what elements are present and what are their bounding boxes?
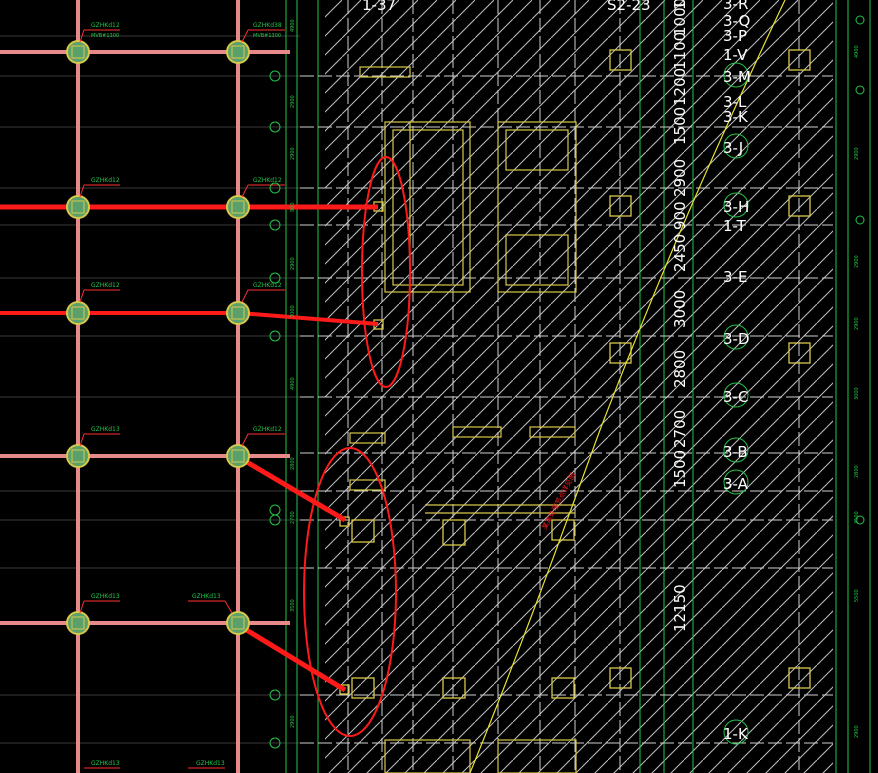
cad-drawing-canvas[interactable]: GZHKd12 GZHKd38 MVB#1300 MVB#1300 GZHKd1…	[0, 0, 878, 773]
column-tag-left-6: GZHKd13	[91, 760, 120, 767]
right-dim-5: 3000	[854, 387, 860, 400]
axis-label-3b: 3-B	[723, 443, 748, 461]
left-dim-9: 2700	[290, 511, 296, 524]
right-dim-4: 2900	[854, 317, 860, 330]
column-centers	[71, 45, 245, 630]
column-tag-left-2: GZHKd12	[91, 177, 120, 184]
column-tag-left-3: GZHKd12	[91, 282, 120, 289]
left-dim-5: 2900	[290, 257, 296, 270]
column-subtag-right-1: MVB#1300	[253, 33, 281, 39]
right-dim-8: 5500	[854, 589, 860, 602]
left-dim-4: 900	[290, 202, 296, 212]
axis-label-1t: 1-T	[723, 217, 747, 235]
column-tag-right-4: GZHKd12	[253, 426, 282, 433]
axis-label-3c: 3-C	[723, 388, 748, 406]
dim-900: 900	[671, 201, 689, 230]
dim-2800: 2800	[671, 350, 689, 388]
left-dim-7: 4900	[290, 377, 296, 390]
column-tag-left-1: GZHKd12	[91, 22, 120, 29]
right-dim-6: 2800	[854, 465, 860, 478]
axis-label-3a: 3-A	[723, 475, 749, 493]
right-dim-2: 2900	[854, 147, 860, 160]
right-dim-1: 4900	[854, 45, 860, 58]
dim-2450: 2450	[671, 234, 689, 272]
column-tag-left-4: GZHKd13	[91, 426, 120, 433]
right-dimension-texts: 4900 2900 2900 2900 3000 2800 3500 5500 …	[854, 45, 860, 738]
dim-1200: 1200	[671, 68, 689, 106]
axis-label-3p: 3-P	[723, 27, 747, 45]
tag-leaders	[79, 29, 285, 769]
axis-label-3h: 3-H	[723, 198, 749, 216]
left-dim-3: 2900	[290, 147, 296, 160]
dim-2700: 2700	[671, 410, 689, 448]
column-subtag-left-1: MVB#1300	[91, 33, 119, 39]
top-label-right: S2-23	[607, 0, 651, 14]
hatched-area	[325, 0, 833, 773]
dim-2900: 2900	[671, 159, 689, 197]
column-tag-right-2: GZHKd12	[253, 177, 282, 184]
column-tag-right-6: GZHKd13	[196, 760, 225, 767]
axis-label-1k: 1-K	[723, 725, 749, 743]
column-circles	[66, 40, 250, 635]
axis-label-3e: 3-E	[723, 268, 747, 286]
dim-1500-b: 1500	[671, 107, 689, 145]
left-dim-8: 2800	[290, 457, 296, 470]
left-dim-10: 3500	[290, 599, 296, 612]
left-dim-2: 2900	[290, 95, 296, 108]
axis-label-3j: 3-J	[723, 139, 743, 157]
red-beams	[0, 204, 379, 693]
axis-label-3k: 3-K	[723, 108, 749, 126]
column-tag-right-5: GZHKd13	[192, 593, 221, 600]
axis-label-3m: 3-M	[723, 68, 751, 86]
dim-100: 100	[671, 0, 689, 10]
dim-1500-a: 1500	[671, 450, 689, 488]
axis-bubbles-right	[855, 15, 865, 525]
right-dim-9: 2900	[854, 725, 860, 738]
column-frame	[0, 0, 290, 773]
dim-1100: 1100	[671, 32, 689, 70]
left-dim-1: 4900	[290, 19, 296, 32]
column-tag-right-3: GZHKd12	[253, 282, 282, 289]
axis-label-3d: 3-D	[723, 330, 750, 348]
column-tag-left-5: GZHKd13	[91, 593, 120, 600]
right-dim-7: 3500	[854, 511, 860, 524]
top-label-left: 1-37	[362, 0, 396, 14]
left-dim-11: 2900	[290, 715, 296, 728]
dim-12150: 12150	[671, 584, 689, 632]
dim-3000: 3000	[671, 290, 689, 328]
left-dimension-texts: 4900 2900 2900 900 2900 3000 4900 2800 2…	[290, 19, 296, 728]
column-tag-right-1: GZHKd38	[253, 22, 282, 29]
axis-label-1v: 1-V	[723, 46, 748, 64]
right-dim-3: 2900	[854, 255, 860, 268]
left-dim-6: 3000	[290, 305, 296, 318]
column-tags: GZHKd12 GZHKd38 MVB#1300 MVB#1300 GZHKd1…	[91, 22, 282, 767]
